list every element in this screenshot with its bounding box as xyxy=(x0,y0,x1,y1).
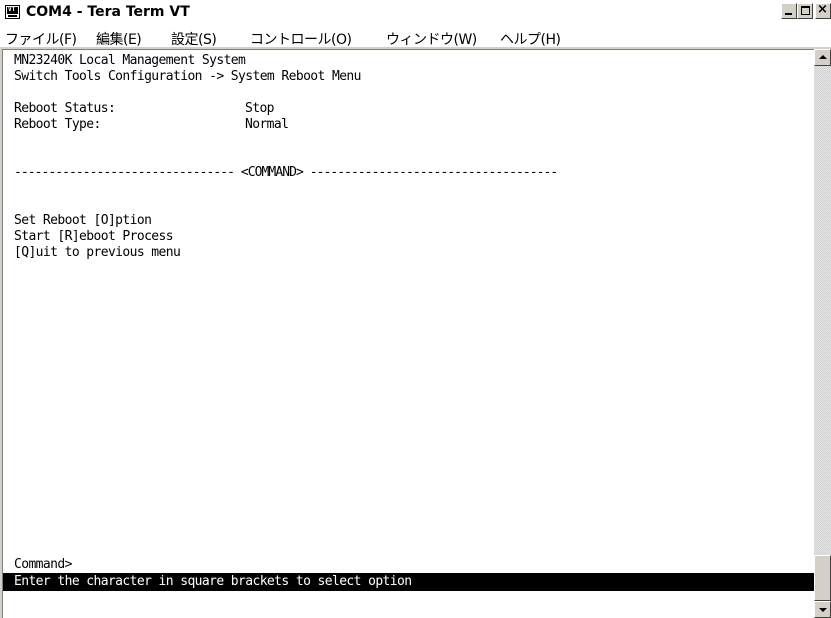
menu-window[interactable]: ウィンドウ(W) xyxy=(386,29,477,49)
breadcrumb-line: Switch Tools Configuration -> System Reb… xyxy=(14,69,361,84)
reboot-status-label: Reboot Status: xyxy=(14,101,116,116)
maximize-button[interactable] xyxy=(797,3,813,19)
scroll-thumb[interactable] xyxy=(814,555,831,601)
option-quit: [Q]uit to previous menu xyxy=(14,245,181,260)
menu-edit[interactable]: 編集(E) xyxy=(96,29,142,49)
window-title: COM4 - Tera Term VT xyxy=(26,4,190,20)
menu-control[interactable]: コントロール(O) xyxy=(250,29,352,49)
command-separator: -------------------------------- <COMMAN… xyxy=(14,165,558,180)
close-button[interactable]: × xyxy=(815,2,831,19)
scroll-down-button[interactable] xyxy=(814,601,831,618)
app-icon-text: VT xyxy=(8,6,16,13)
help-status-bar: Enter the character in square brackets t… xyxy=(3,573,814,591)
minimize-icon xyxy=(785,13,792,15)
menu-settings[interactable]: 設定(S) xyxy=(171,29,217,49)
title-bar[interactable]: VT COM4 - Tera Term VT × xyxy=(0,0,831,27)
reboot-type-value: Normal xyxy=(245,117,289,132)
scroll-up-button[interactable] xyxy=(814,49,831,66)
minimize-button[interactable] xyxy=(781,3,797,19)
scroll-up-arrow-icon xyxy=(819,55,827,59)
reboot-type-label: Reboot Type: xyxy=(14,117,101,132)
system-name-line: MN23240K Local Management System xyxy=(14,53,246,68)
help-text: Enter the character in square brackets t… xyxy=(14,574,412,589)
menu-bar: ファイル(F) 編集(E) 設定(S) コントロール(O) ウィンドウ(W) ヘ… xyxy=(0,26,831,49)
menu-file[interactable]: ファイル(F) xyxy=(5,29,77,49)
scroll-down-arrow-icon xyxy=(819,608,827,612)
maximize-icon xyxy=(801,6,810,15)
terminal-screen[interactable]: MN23240K Local Management System Switch … xyxy=(2,49,814,618)
tera-term-window: VT COM4 - Tera Term VT × ファイル(F) 編集(E) 設… xyxy=(0,0,831,618)
option-start-reboot: Start [R]eboot Process xyxy=(14,229,174,244)
tera-term-icon[interactable]: VT xyxy=(5,5,20,19)
command-prompt[interactable]: Command> xyxy=(14,557,72,573)
menu-help[interactable]: ヘルプ(H) xyxy=(500,29,561,49)
vertical-scrollbar[interactable] xyxy=(814,49,831,618)
close-icon: × xyxy=(817,2,828,17)
option-set-reboot: Set Reboot [O]ption xyxy=(14,213,152,228)
reboot-status-value: Stop xyxy=(245,101,275,116)
